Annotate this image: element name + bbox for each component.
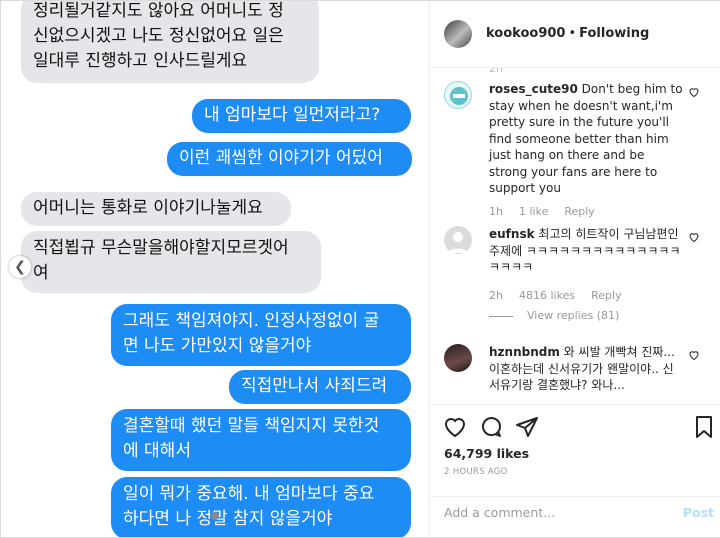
post-header: kookoo900 • Following: [430, 1, 720, 68]
post-button[interactable]: Post: [683, 505, 714, 520]
heart-icon[interactable]: [443, 415, 467, 439]
comment-time-faded: 2h: [489, 68, 503, 75]
post-actions: 64,799 likes 2 HOURS AGO: [430, 404, 720, 497]
chevron-left-icon[interactable]: ❮: [9, 256, 31, 278]
reply-button[interactable]: Reply: [591, 289, 621, 302]
view-replies-button[interactable]: View replies (81): [489, 309, 619, 322]
chat-bubble-received: 정리될거같지도 않아요 어머니도 정 신없으시겠고 나도 정신없어요 일은 일대…: [21, 1, 319, 83]
chat-bubble-received: 직접뵙규 무슨말을해야할지모르겟어 여: [21, 231, 321, 293]
chat-bubble-sent: 이런 괘씸한 이야기가 어딨어: [167, 142, 412, 176]
username-link[interactable]: kookoo900: [486, 26, 565, 41]
comment-meta: 1h 1 like Reply: [489, 205, 611, 218]
bookmark-icon[interactable]: [692, 415, 716, 439]
chat-bubble-sent: 일이 뭐가 중요해. 내 엄마보다 중요 하다면 나 정말 참지 않을거야: [111, 477, 411, 537]
comment-text: hznnbndm 와 씨발 개빡쳐 진짜... 이혼하는데 신서유기가 왠말이야…: [489, 344, 684, 394]
avatar[interactable]: [444, 226, 472, 254]
following-button[interactable]: Following: [579, 26, 649, 41]
share-icon[interactable]: [515, 415, 539, 439]
chat-bubble-sent: 결혼할때 했던 말들 책임지지 못한것 에 대해서: [111, 409, 411, 471]
post-image-chat-screenshot: 정리될거같지도 않아요 어머니도 정 신없으시겠고 나도 정신없어요 일은 일대…: [1, 1, 429, 537]
post-author: kookoo900 • Following: [486, 26, 649, 41]
comment-likes[interactable]: 4816 likes: [519, 289, 575, 302]
avatar[interactable]: [444, 20, 472, 48]
comment-meta: 2h 4816 likes Reply: [489, 289, 638, 302]
comment-username[interactable]: roses_cute90: [489, 82, 578, 96]
comment-likes[interactable]: 1 like: [519, 205, 548, 218]
chat-bubble-sent: 내 엄마보다 일먼저라고?: [192, 99, 411, 133]
comment-text: eufnsk 최고의 히트작이 구님남편인주제에 ㅋㅋㅋㅋㅋㅋㅋㅋㅋㅋㅋㅋㅋㅋㅋ…: [489, 226, 684, 276]
comment-username[interactable]: hznnbndm: [489, 345, 560, 359]
comments-list[interactable]: 2h roses_cute90 Don't beg him to stay wh…: [430, 68, 720, 404]
avatar[interactable]: [444, 81, 472, 109]
reply-button[interactable]: Reply: [564, 205, 594, 218]
comment-body: Don't beg him to stay when he doesn't wa…: [489, 82, 683, 195]
comment-text: roses_cute90 Don't beg him to stay when …: [489, 81, 684, 197]
profile-logo-icon: [450, 87, 468, 105]
comment-input[interactable]: Add a comment...: [444, 505, 664, 520]
comment-username[interactable]: eufnsk: [489, 227, 535, 241]
chat-bubble-sent: 직접만나서 사죄드려: [229, 370, 411, 404]
post-timestamp: 2 HOURS AGO: [444, 467, 508, 477]
heart-icon[interactable]: [688, 86, 700, 98]
heart-icon[interactable]: [688, 349, 700, 361]
comment-time: 2h: [489, 289, 503, 302]
instagram-post-frame: 정리될거같지도 않아요 어머니도 정 신없으시겠고 나도 정신없어요 일은 일대…: [0, 0, 720, 538]
chat-bubble-sent: 그래도 책임져야지. 인정사정없이 굴 면 나도 가만있지 않을거야: [111, 304, 411, 366]
add-comment-bar: Add a comment... Post: [430, 496, 720, 538]
comment-icon[interactable]: [479, 415, 503, 439]
likes-count[interactable]: 64,799 likes: [444, 446, 529, 461]
separator-dot: •: [568, 26, 577, 41]
comment-time: 1h: [489, 205, 503, 218]
carousel-indicator-dot: [211, 512, 219, 520]
heart-icon[interactable]: [688, 231, 700, 243]
post-side-panel: kookoo900 • Following 2h roses_cute90 Don'…: [429, 1, 720, 537]
default-avatar-icon: [448, 232, 468, 253]
chat-bubble-received: 어머니는 통화로 이야기나눌게요: [21, 192, 291, 226]
avatar[interactable]: [444, 344, 472, 372]
